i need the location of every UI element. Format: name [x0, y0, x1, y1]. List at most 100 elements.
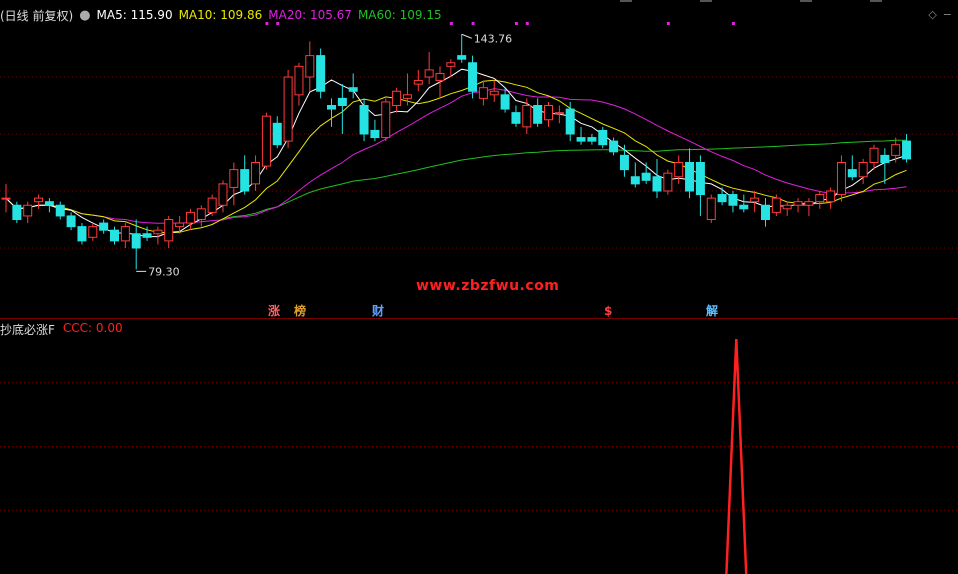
candle-body [229, 169, 239, 188]
candle-body [717, 194, 727, 203]
candle-body [609, 140, 619, 153]
high-pointer [461, 33, 472, 39]
candle-body [902, 140, 912, 160]
candle-body [793, 201, 803, 206]
candle-body [836, 162, 846, 196]
ccc-spike [725, 338, 748, 574]
candle-body [695, 162, 705, 196]
watermark: www.zbzfwu.com [416, 278, 560, 294]
candle-body [544, 105, 553, 121]
signal-dot [731, 22, 735, 25]
candle-body [34, 197, 44, 203]
event-marker-dollar[interactable]: $ [602, 304, 614, 318]
candle-body [468, 62, 478, 92]
signal-dot [265, 22, 269, 25]
candle-body [826, 190, 836, 203]
candle-body [652, 176, 662, 192]
signal-dot [276, 22, 280, 25]
candle-body [847, 169, 857, 178]
candle-body [402, 94, 412, 99]
candle-body [641, 172, 651, 181]
signal-dot [666, 22, 670, 25]
candle-body [891, 144, 901, 156]
low-label: 79.30 [148, 265, 180, 278]
candle-body [359, 105, 369, 135]
ma60-line [222, 139, 907, 220]
candle-body [348, 87, 358, 92]
signal-dot [514, 22, 518, 25]
candle-body [153, 229, 163, 235]
candle-body [327, 105, 336, 110]
event-marker-jie[interactable]: 解 [704, 304, 720, 318]
candlestick-chart: 143.76 79.30 [0, 22, 958, 278]
candle-body [750, 197, 760, 203]
candle-body [283, 76, 293, 142]
candle-body [522, 105, 532, 128]
event-marker-zhang[interactable]: 涨 [266, 304, 282, 318]
candle-body [164, 219, 174, 242]
candle-body [381, 101, 391, 139]
candle-body [587, 137, 597, 142]
candle-body [446, 62, 456, 67]
candle-body [142, 233, 152, 238]
candle-body [511, 112, 521, 124]
candle-body [478, 87, 488, 99]
candle-body [305, 55, 315, 78]
candle-body [685, 162, 695, 192]
candle-body [728, 194, 738, 206]
candle-body [630, 176, 640, 185]
signal-dot [449, 22, 453, 25]
candle-body [761, 204, 770, 220]
candle-body [175, 222, 185, 228]
candle-body [489, 90, 499, 96]
candle-body [337, 97, 347, 106]
candle-body [457, 55, 467, 60]
candle-body [55, 204, 65, 217]
candle-body [272, 122, 282, 146]
candle-body [392, 90, 402, 106]
ma5-line [5, 68, 907, 238]
candle-body [663, 172, 673, 192]
candle-body [1, 197, 11, 200]
candle-body [674, 162, 684, 178]
signal-dot [471, 22, 475, 25]
candle-body [576, 137, 586, 142]
candle-body [435, 72, 445, 82]
candle-body [815, 194, 825, 203]
candle-body [869, 147, 879, 163]
indicator-chart [0, 338, 958, 574]
candle-body [120, 226, 130, 242]
candle-body [12, 204, 22, 220]
candle-body [261, 115, 271, 167]
candle-body [185, 211, 195, 224]
candle-body [565, 108, 575, 135]
candle-body [99, 222, 109, 231]
candle-body [554, 112, 564, 115]
candle-body [196, 208, 206, 220]
event-marker-cai[interactable]: 财 [370, 304, 386, 318]
candle-body [858, 162, 868, 178]
candle-body [706, 197, 716, 220]
event-marker-bang[interactable]: 榜 [292, 304, 308, 318]
candle-body [251, 162, 261, 185]
candle-body [880, 154, 890, 163]
candle-body [110, 229, 119, 242]
ma10-line [5, 79, 907, 234]
candle-body [619, 154, 629, 171]
candle-body [424, 69, 434, 78]
signal-dot [525, 22, 529, 25]
candle-body [294, 65, 304, 96]
candle-body [316, 55, 326, 92]
candle-body [500, 94, 510, 110]
candle-body [44, 201, 54, 206]
candle-body [207, 197, 217, 213]
candle-body [739, 204, 749, 210]
candle-body [370, 129, 380, 139]
candle-body [533, 105, 543, 124]
candle-body [131, 233, 141, 249]
candle-body [413, 80, 423, 85]
high-label: 143.76 [474, 32, 513, 45]
candle-body [218, 183, 228, 206]
ma20-line [5, 88, 907, 224]
candle-body [88, 226, 98, 238]
